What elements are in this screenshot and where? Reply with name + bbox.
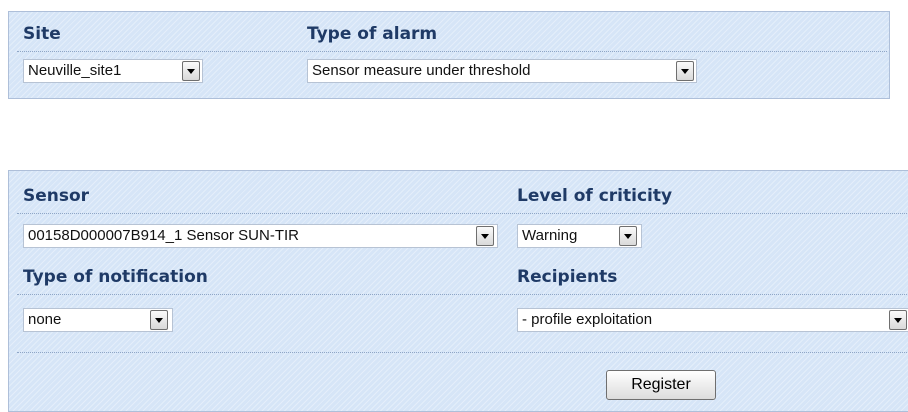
type-of-alarm-select[interactable]: Sensor measure under threshold xyxy=(307,59,697,83)
chevron-down-icon[interactable] xyxy=(619,226,637,246)
chevron-down-icon[interactable] xyxy=(676,61,694,81)
divider xyxy=(17,352,908,353)
type-of-alarm-label: Type of alarm xyxy=(307,24,438,44)
chevron-down-icon[interactable] xyxy=(889,310,907,330)
site-select[interactable]: Neuville_site1 xyxy=(23,59,203,83)
sensor-label: Sensor xyxy=(23,186,90,206)
chevron-down-icon[interactable] xyxy=(476,226,494,246)
alarm-settings-panel: Sensor Level of criticity 00158D000007B9… xyxy=(8,170,908,412)
sensor-select-value: 00158D000007B914_1 Sensor SUN-TIR xyxy=(28,227,300,244)
recipients-select-value: - profile exploitation xyxy=(522,311,653,328)
type-of-notification-select[interactable]: none xyxy=(23,308,173,332)
alarm-site-panel: Site Type of alarm Neuville_site1 Sensor… xyxy=(8,11,890,99)
chevron-down-icon[interactable] xyxy=(182,61,200,81)
sensor-select[interactable]: 00158D000007B914_1 Sensor SUN-TIR xyxy=(23,224,498,248)
divider xyxy=(17,294,908,295)
type-of-alarm-select-value: Sensor measure under threshold xyxy=(312,62,531,79)
criticity-select[interactable]: Warning xyxy=(517,224,642,248)
recipients-label: Recipients xyxy=(517,267,618,287)
notification-select-value: none xyxy=(28,311,62,328)
register-button[interactable]: Register xyxy=(606,370,716,400)
divider xyxy=(17,51,887,52)
type-of-notification-label: Type of notification xyxy=(23,267,208,287)
site-label: Site xyxy=(23,24,61,44)
criticity-select-value: Warning xyxy=(522,227,578,244)
level-of-criticity-label: Level of criticity xyxy=(517,186,673,206)
divider xyxy=(17,213,908,214)
chevron-down-icon[interactable] xyxy=(150,310,168,330)
site-select-value: Neuville_site1 xyxy=(28,62,122,79)
recipients-select[interactable]: - profile exploitation xyxy=(517,308,908,332)
